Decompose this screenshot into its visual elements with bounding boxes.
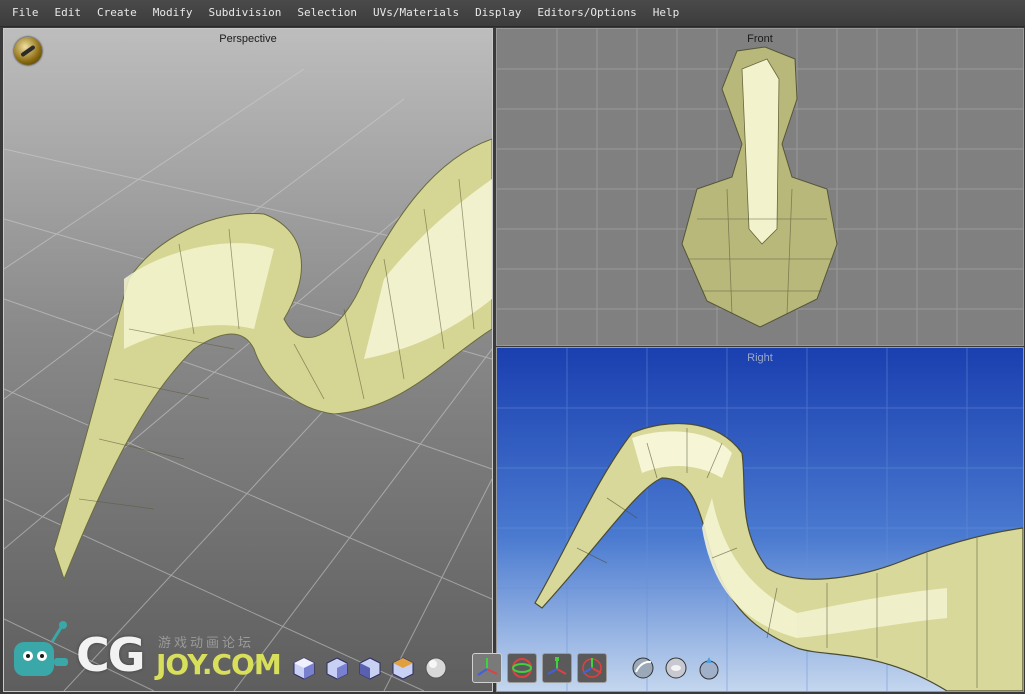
robot-mascot-icon xyxy=(14,621,68,676)
menu-edit[interactable]: Edit xyxy=(47,0,90,26)
sphere-icon[interactable] xyxy=(422,654,450,682)
front-viewport[interactable]: Front xyxy=(496,28,1024,346)
menu-selection[interactable]: Selection xyxy=(289,0,365,26)
creature-mesh-perspective xyxy=(53,138,492,581)
perspective-title: Perspective xyxy=(219,33,277,45)
watermark-joy: JOY.COM xyxy=(156,648,282,681)
menu-subdivision[interactable]: Subdivision xyxy=(201,0,290,26)
cube-icon[interactable] xyxy=(389,654,417,682)
menu-file[interactable]: File xyxy=(0,0,47,26)
menu-bar: File Edit Create Modify Subdivision Sele… xyxy=(0,0,1025,27)
axis-scale-icon[interactable] xyxy=(542,653,572,683)
menu-help[interactable]: Help xyxy=(645,0,688,26)
lens-sphere-icon[interactable] xyxy=(662,654,690,682)
front-title: Front xyxy=(747,33,773,45)
menu-editors-options[interactable]: Editors/Options xyxy=(529,0,644,26)
bottom-toolbar xyxy=(290,650,723,686)
watermark: 游戏动画论坛 CG JOY.COM xyxy=(6,612,306,692)
menu-modify[interactable]: Modify xyxy=(145,0,201,26)
menu-uvs-materials[interactable]: UVs/Materials xyxy=(365,0,467,26)
cube-icon[interactable] xyxy=(323,654,351,682)
right-viewport[interactable]: Right xyxy=(496,347,1024,692)
menu-display[interactable]: Display xyxy=(467,0,529,26)
cube-icon[interactable] xyxy=(356,654,384,682)
perspective-viewport[interactable]: Perspective xyxy=(3,28,493,692)
light-sphere-icon[interactable] xyxy=(695,654,723,682)
perspective-scene xyxy=(4,68,492,691)
front-scene xyxy=(497,29,1023,345)
axis-move-icon[interactable] xyxy=(472,653,502,683)
material-sphere-icon[interactable] xyxy=(629,654,657,682)
right-scene xyxy=(497,348,1023,691)
axis-rotate-icon[interactable] xyxy=(507,653,537,683)
right-title: Right xyxy=(747,352,773,364)
menu-create[interactable]: Create xyxy=(89,0,145,26)
cube-icon[interactable] xyxy=(290,654,318,682)
watermark-cg: CG xyxy=(76,628,146,682)
axis-universal-icon[interactable] xyxy=(577,653,607,683)
